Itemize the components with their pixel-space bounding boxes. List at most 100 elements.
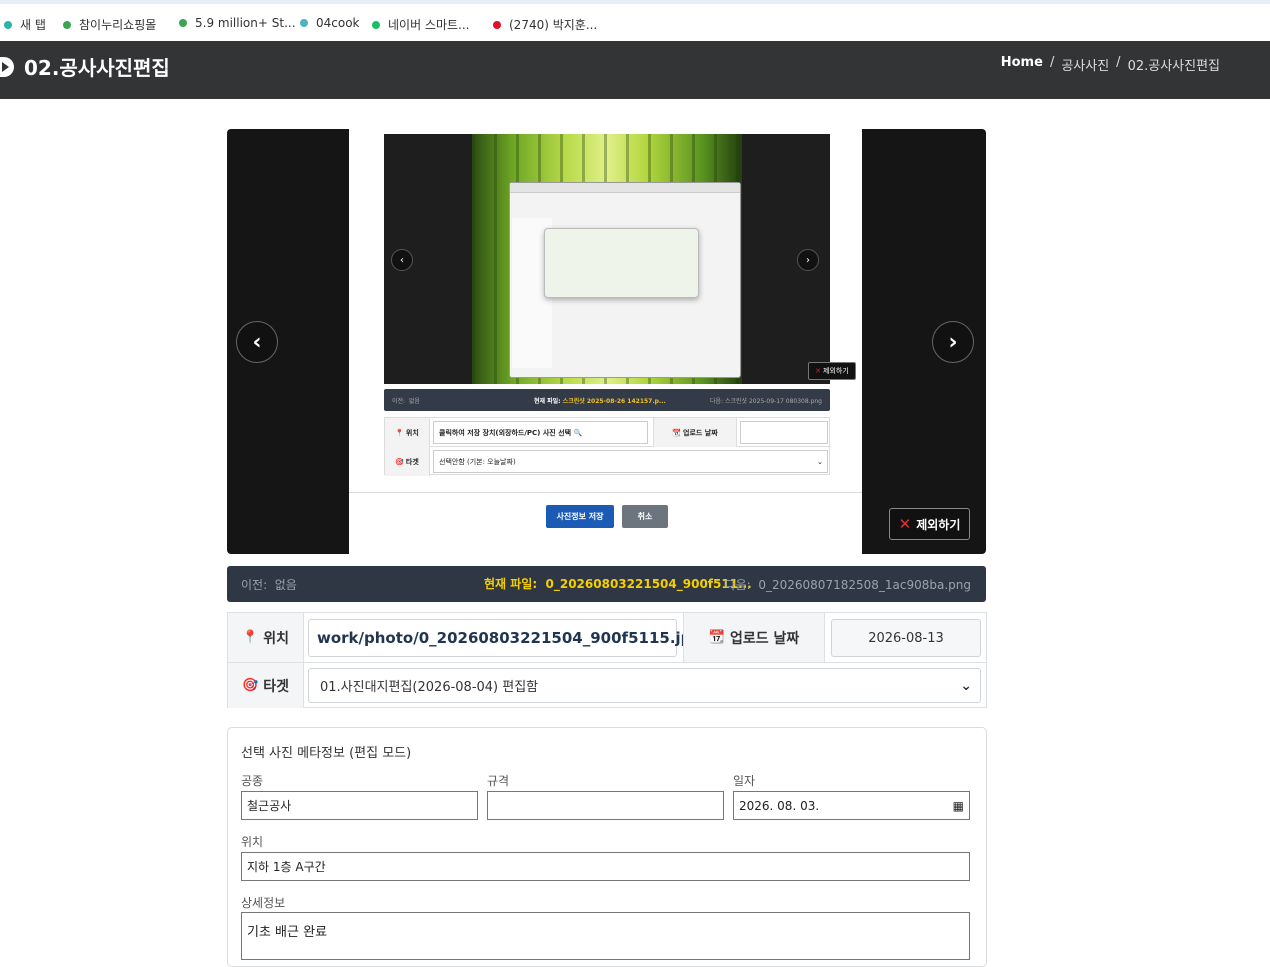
location-row: 📍 위치 work/photo/0_20260803221504_900f5115… xyxy=(228,613,986,663)
detail-textarea[interactable]: 기초 배근 완료 xyxy=(241,912,970,960)
mini-current-file: 현재 파일: 스크린샷 2025-08-26 142157.p... xyxy=(534,396,666,405)
mini-next-button: › xyxy=(797,249,819,271)
pin-icon: 📍 xyxy=(242,630,259,645)
pin-icon: 📍 xyxy=(395,428,404,437)
chevron-down-icon: ⌄ xyxy=(817,457,823,466)
target-label-cell: 🎯 타겟 xyxy=(228,663,304,708)
spec-input[interactable] xyxy=(487,791,724,820)
location-label-cell: 📍 위치 xyxy=(228,613,304,662)
bookmark-million[interactable]: 5.9 million+ St... xyxy=(179,16,296,30)
chevron-left-icon: ‹ xyxy=(400,254,404,266)
mini-location-label: 위치 xyxy=(405,428,419,437)
target-value: 01.사진대지편집(2026-08-04) 편집함 xyxy=(320,680,539,695)
location-label: 위치 xyxy=(263,630,289,647)
location-input[interactable]: work/photo/0_20260803221504_900f5115.jpg xyxy=(308,619,702,657)
chevron-right-icon: › xyxy=(948,329,958,355)
bookmark-04cook[interactable]: 04cook xyxy=(300,16,360,30)
bookmark-label: 5.9 million+ St... xyxy=(195,16,296,30)
photo-image: ‹ › ✕ 제외하기 이전: 없음 현재 파일: 스크린샷 2025-08-26 … xyxy=(349,129,862,554)
bookmark-label: 04cook xyxy=(316,16,360,30)
work-type-input[interactable]: 철근공사 xyxy=(241,791,478,820)
current-file-label: 현재 파일: xyxy=(484,577,538,591)
mini-prev-button: ‹ xyxy=(391,249,413,271)
breadcrumb-separator: / xyxy=(1049,55,1055,70)
breadcrumb-home[interactable]: Home xyxy=(1001,55,1043,74)
meta-panel: 선택 사진 메타정보 (편집 모드) 공종 철근공사 규격 일자 2026. 0… xyxy=(227,727,987,967)
mini-target-row: 🎯 타겟 선택안함 (기본: 오늘날짜) ⌄ xyxy=(385,447,831,476)
upload-date-label: 업로드 날짜 xyxy=(729,630,800,647)
bookmark-favicon xyxy=(372,20,380,29)
date-input[interactable]: 2026. 08. 03. ▦ xyxy=(733,791,970,820)
screenshot-preview: ‹ › ✕ 제외하기 xyxy=(384,134,856,384)
file-navigation-info: 이전: 없음 현재 파일: 0_20260803221504_900f511..… xyxy=(227,566,986,602)
mini-current-label: 현재 파일: xyxy=(534,397,561,405)
spec-label: 규격 xyxy=(487,774,510,788)
page-title-wrap: 02.공사사진편집 xyxy=(0,52,170,81)
chevron-left-icon: ‹ xyxy=(252,329,262,355)
mini-prev-label: 이전: xyxy=(392,397,406,405)
date-value: 2026. 08. 03. xyxy=(739,798,820,813)
bookmark-label: (2740) 박지훈... xyxy=(509,18,598,32)
work-type-label: 공종 xyxy=(241,774,264,788)
chevron-down-icon: ⌄ xyxy=(960,677,972,694)
prev-photo-button[interactable]: ‹ xyxy=(236,321,278,363)
bookmark-label: 참이누리쇼핑몰 xyxy=(79,18,157,32)
mini-upload-label-cell: 📆 업로드 날짜 xyxy=(653,418,737,447)
bookmark-label: 새 탭 xyxy=(20,18,46,32)
mini-prev-value: 없음 xyxy=(408,397,420,405)
target-label: 타겟 xyxy=(263,678,289,695)
date-label: 일자 xyxy=(733,774,756,788)
calendar-icon: 📆 xyxy=(708,630,725,645)
mini-save-button: 사진정보 저장 xyxy=(546,505,614,528)
next-photo-button[interactable]: › xyxy=(932,321,974,363)
mini-target-label-cell: 🎯 타겟 xyxy=(385,447,430,476)
bookmark-label: 네이버 스마트... xyxy=(388,18,470,32)
mini-target-label: 타겟 xyxy=(405,457,419,466)
upload-date-label-cell: 📆 업로드 날짜 xyxy=(683,613,825,662)
exclude-button[interactable]: ✕ 제외하기 xyxy=(889,508,970,540)
breadcrumb-separator: / xyxy=(1116,55,1121,70)
current-file: 현재 파일: 0_20260803221504_900f511... xyxy=(484,575,752,592)
bookmarks-bar: 새 탭 참이누리쇼핑몰 5.9 million+ St... 04cook 네이… xyxy=(0,0,1270,40)
mini-form: 📍 위치 클릭하여 저장 장치(외장하드/PC) 사진 선택 🔍 📆 업로드 날짜 … xyxy=(384,417,831,476)
detail-label: 상세정보 xyxy=(241,896,286,910)
page-header: 02.공사사진편집 Home / 공사사진 / 02.공사사진편집 xyxy=(0,41,1270,99)
mini-target-value: 선택안함 (기본: 오늘날짜) xyxy=(439,457,516,466)
breadcrumb-section[interactable]: 공사사진 xyxy=(1061,55,1109,74)
bookmark-naver[interactable]: 네이버 스마트... xyxy=(372,16,470,33)
page-title: 02.공사사진편집 xyxy=(24,56,170,80)
meta-title: 선택 사진 메타정보 (편집 모드) xyxy=(241,746,412,761)
meta-location-label: 위치 xyxy=(241,835,264,849)
mini-upload-label: 업로드 날짜 xyxy=(683,428,718,437)
prev-file-value: 없음 xyxy=(274,578,297,592)
mini-next-value: 다음: 스크린샷 2025-09-17 080308.png xyxy=(710,397,822,405)
window-titlebar xyxy=(510,183,740,193)
bookmark-shopping[interactable]: 참이누리쇼핑몰 xyxy=(63,16,156,33)
breadcrumb: Home / 공사사진 / 02.공사사진편집 xyxy=(1001,55,1220,74)
photo-location-form: 📍 위치 work/photo/0_20260803221504_900f5115… xyxy=(227,612,987,708)
mini-file-info: 이전: 없음 현재 파일: 스크린샷 2025-08-26 142157.p..… xyxy=(384,389,830,411)
meta-location-input[interactable]: 지하 1층 A구간 xyxy=(241,852,970,881)
bookmark-favicon xyxy=(63,20,71,29)
mini-button-bar: 사진정보 저장 취소 xyxy=(349,492,862,554)
target-select[interactable]: 01.사진대지편집(2026-08-04) 편집함 ⌄ xyxy=(308,668,981,703)
current-file-value: 0_20260803221504_900f511... xyxy=(545,577,752,591)
bookmark-youtube[interactable]: (2740) 박지훈... xyxy=(493,16,597,33)
upload-date-input[interactable]: 2026-08-13 xyxy=(831,619,981,657)
dialog-box xyxy=(544,228,699,298)
mini-current-value: 스크린샷 2025-08-26 142157.p... xyxy=(562,397,666,405)
mini-upload-value xyxy=(740,421,828,444)
mini-location-label-cell: 📍 위치 xyxy=(385,418,430,447)
arrow-circle-icon xyxy=(0,56,14,77)
next-file: 다음: 0_20260807182508_1ac908ba.png xyxy=(725,576,971,593)
bookmark-favicon xyxy=(300,19,308,27)
mini-location-value: 클릭하여 저장 장치(외장하드/PC) 사진 선택 🔍 xyxy=(433,421,648,444)
target-icon: 🎯 xyxy=(395,457,404,466)
photo-viewer: ‹ › ✕ 제외하기 이전: 없음 현재 파일: 스크린샷 2025-08-26 … xyxy=(227,129,986,554)
mini-exclude-label: 제외하기 xyxy=(823,367,849,375)
bookmark-favicon xyxy=(179,19,187,27)
calendar-icon: 📆 xyxy=(672,428,682,437)
calendar-icon[interactable]: ▦ xyxy=(953,799,964,813)
breadcrumb-current: 02.공사사진편집 xyxy=(1127,59,1220,74)
bookmark-new-tab[interactable]: 새 탭 xyxy=(4,16,46,33)
